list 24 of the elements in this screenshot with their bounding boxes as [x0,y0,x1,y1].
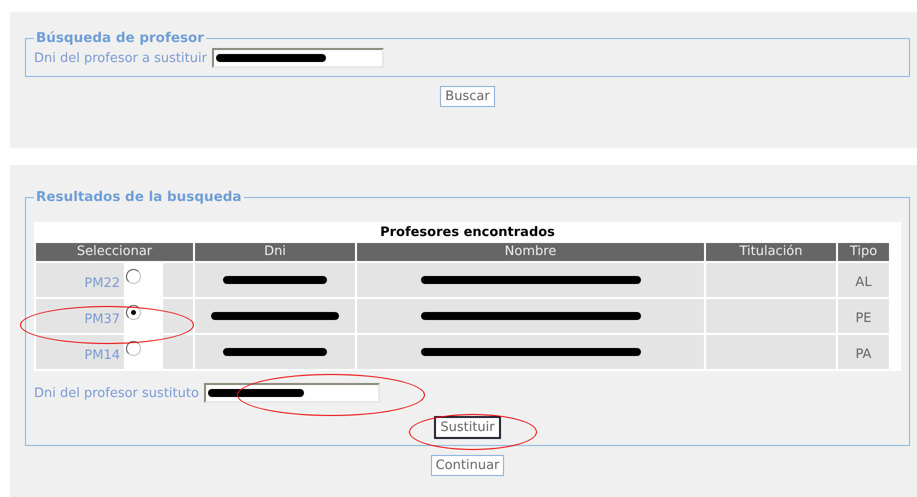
input-field[interactable] [212,48,384,68]
column-header: Nombre [357,243,704,261]
radio-button[interactable] [126,269,141,284]
column-header: Seleccionar [36,243,193,261]
radio-button[interactable] [126,305,141,320]
table-cell: PA [838,335,889,369]
table-cell [163,335,193,369]
input-field[interactable] [204,383,380,403]
search-button[interactable]: Buscar [440,86,495,107]
column-header: Titulación [706,243,836,261]
table-cell: PE [838,299,889,333]
table-caption: Profesores encontrados [379,224,556,242]
column-header: Dni [195,243,355,261]
field-label: Dni del profesor sustituto [34,386,199,400]
substitute-button[interactable]: Sustituir [434,416,501,439]
continue-button[interactable]: Continuar [430,455,504,476]
column-header: Tipo [838,243,889,261]
table-cell [163,263,193,297]
radio-button[interactable] [126,341,141,356]
fieldset-legend: Búsqueda de profesor [34,30,206,46]
table-cell: AL [838,263,889,297]
table-cell [163,299,193,333]
field-label: Dni del profesor a sustituir [34,50,207,66]
fieldset-legend: Resultados de la busqueda [34,189,244,205]
